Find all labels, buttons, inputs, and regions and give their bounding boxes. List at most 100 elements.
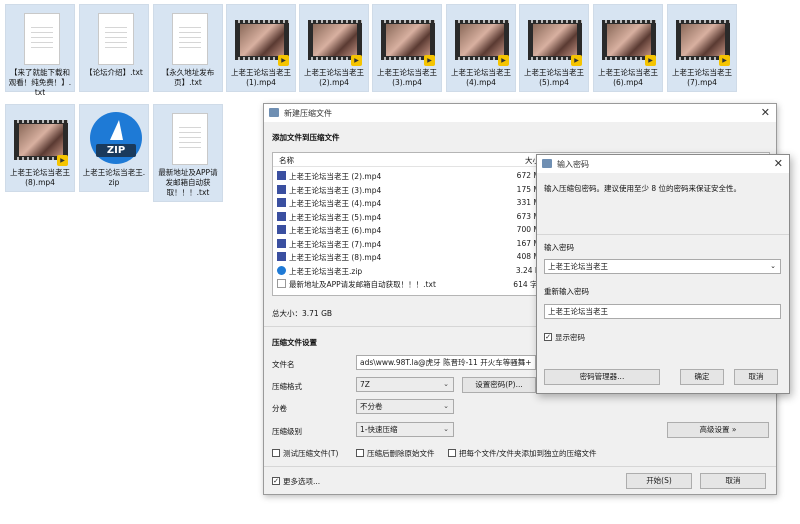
text-file-icon xyxy=(88,10,142,68)
file-label: 上老王论坛当老王.zip xyxy=(82,168,146,187)
file-label: 上老王论坛当老王 (7).mp4 xyxy=(672,68,732,87)
text-file-icon xyxy=(162,10,216,68)
video-file-icon xyxy=(277,211,286,221)
file-name: 上老王论坛当老王 (4).mp4 xyxy=(289,199,382,208)
zip-file-icon xyxy=(277,265,286,275)
file-tile-txt[interactable]: 【论坛介绍】.txt xyxy=(79,4,149,92)
text-file-icon xyxy=(277,279,286,288)
file-label: 上老王论坛当老王 (4).mp4 xyxy=(451,68,511,87)
format-value: 7Z xyxy=(360,380,370,389)
reenter-password-input[interactable]: 上老王论坛当老王 xyxy=(544,304,781,319)
level-value: 1-快速压缩 xyxy=(360,425,398,434)
close-icon[interactable]: ✕ xyxy=(761,106,770,119)
file-tile-zip[interactable]: ZIP 上老王论坛当老王.zip xyxy=(79,104,149,192)
video-file-icon xyxy=(277,184,286,194)
checkbox-label: 把每个文件/文件夹添加到独立的压缩文件 xyxy=(459,449,597,458)
checkbox-box xyxy=(448,449,456,457)
split-value: 不分卷 xyxy=(360,402,383,411)
video-file-icon xyxy=(277,252,286,261)
video-thumbnail-icon: ▶ xyxy=(676,10,730,68)
player-badge-icon: ▶ xyxy=(645,55,656,66)
checkbox-box xyxy=(272,449,280,457)
video-thumbnail-icon: ▶ xyxy=(528,10,582,68)
filename-label: 文件名 xyxy=(272,360,295,369)
video-file-icon xyxy=(277,171,286,180)
video-thumbnail-icon: ▶ xyxy=(235,10,289,68)
file-label: 上老王论坛当老王 (8).mp4 xyxy=(10,168,70,187)
file-tile-video[interactable]: ▶ 上老王论坛当老王 (6).mp4 xyxy=(593,4,663,92)
chevron-down-icon: ⌄ xyxy=(443,425,449,433)
password-input[interactable]: 上老王论坛当老王 ⌄ xyxy=(544,259,781,274)
dialog-titlebar: 新建压缩文件 ✕ xyxy=(264,104,776,122)
file-tile-video[interactable]: ▶ 上老王论坛当老王 (1).mp4 xyxy=(226,4,296,92)
close-icon[interactable]: ✕ xyxy=(774,157,783,170)
file-name: 上老王论坛当老王 (6).mp4 xyxy=(289,226,382,235)
password-manager-button[interactable]: 密码管理器... xyxy=(544,369,660,385)
checkbox-box xyxy=(356,449,364,457)
file-label: 【永久地址发布页】.txt xyxy=(161,68,215,87)
set-password-button[interactable]: 设置密码(P)... xyxy=(462,377,536,393)
file-label: 【来了就能下载和观看！纯免费！】.txt xyxy=(8,68,72,97)
chevron-down-icon[interactable]: ⌄ xyxy=(770,260,776,273)
start-button[interactable]: 开始(S) xyxy=(626,473,692,489)
checkbox-label: 更多选项... xyxy=(283,477,321,486)
password-value: 上老王论坛当老王 xyxy=(548,262,608,271)
file-tile-video[interactable]: ▶ 上老王论坛当老王 (3).mp4 xyxy=(372,4,442,92)
file-tile-txt[interactable]: 【来了就能下载和观看！纯免费！】.txt xyxy=(5,4,75,97)
password-description: 输入压缩包密码。建议使用至少 8 位的密码来保证安全性。 xyxy=(544,184,742,193)
file-tile-txt[interactable]: 【永久地址发布页】.txt xyxy=(153,4,223,92)
ok-button[interactable]: 确定 xyxy=(680,369,724,385)
video-file-icon xyxy=(277,198,286,207)
file-tile-video[interactable]: ▶ 上老王论坛当老王 (2).mp4 xyxy=(299,4,369,92)
checkbox-label: 测试压缩文件(T) xyxy=(283,449,339,458)
file-tile-video[interactable]: ▶ 上老王论坛当老王 (8).mp4 xyxy=(5,104,75,192)
chevron-down-icon: ⌄ xyxy=(443,380,449,388)
split-select[interactable]: 不分卷 ⌄ xyxy=(356,399,454,414)
file-name: 最新地址及APP请发邮箱自动获取！！！.txt xyxy=(289,280,436,289)
video-thumbnail-icon: ▶ xyxy=(381,10,435,68)
level-select[interactable]: 1-快速压缩 ⌄ xyxy=(356,422,454,437)
file-tile-video[interactable]: ▶ 上老王论坛当老王 (4).mp4 xyxy=(446,4,516,92)
dialog-title: 输入密码 xyxy=(557,160,589,169)
check-icon: ✓ xyxy=(544,333,552,341)
player-badge-icon: ▶ xyxy=(278,55,289,66)
player-badge-icon: ▶ xyxy=(719,55,730,66)
file-tile-txt[interactable]: 最新地址及APP请发邮箱自动获取！！！.txt xyxy=(153,104,223,202)
video-thumbnail-icon: ▶ xyxy=(455,10,509,68)
file-name: 上老王论坛当老王 (7).mp4 xyxy=(289,239,382,249)
divider xyxy=(537,234,789,235)
file-label: 上老王论坛当老王 (5).mp4 xyxy=(524,68,584,87)
file-label: 上老王论坛当老王 (1).mp4 xyxy=(231,68,291,87)
text-file-icon xyxy=(162,110,216,168)
file-label: 上老王论坛当老王 (3).mp4 xyxy=(377,68,437,87)
text-file-icon xyxy=(14,10,68,68)
file-label: 【论坛介绍】.txt xyxy=(85,68,143,77)
split-label: 分卷 xyxy=(272,404,287,413)
file-tile-video[interactable]: ▶ 上老王论坛当老王 (5).mp4 xyxy=(519,4,589,92)
archive-app-icon xyxy=(269,108,279,117)
advanced-settings-button[interactable]: 高级设置 » xyxy=(667,422,769,438)
checkbox-label: 压缩后删除原始文件 xyxy=(367,449,435,458)
file-tile-video[interactable]: ▶ 上老王论坛当老王 (7).mp4 xyxy=(667,4,737,92)
cancel-button[interactable]: 取消 xyxy=(700,473,766,489)
player-badge-icon: ▶ xyxy=(424,55,435,66)
dialog-titlebar: 输入密码 ✕ xyxy=(537,155,789,173)
video-thumbnail-icon: ▶ xyxy=(308,10,362,68)
chevron-down-icon: ⌄ xyxy=(443,402,449,410)
dialog-title: 新建压缩文件 xyxy=(284,109,332,118)
password-cancel-button[interactable]: 取消 xyxy=(734,369,778,385)
password-dialog: 输入密码 ✕ 输入压缩包密码。建议使用至少 8 位的密码来保证安全性。 输入密码… xyxy=(536,154,790,394)
level-label: 压缩级别 xyxy=(272,427,302,436)
file-name: 上老王论坛当老王 (3).mp4 xyxy=(289,185,382,195)
format-select[interactable]: 7Z ⌄ xyxy=(356,377,454,392)
format-label: 压缩格式 xyxy=(272,382,302,391)
file-name: 上老王论坛当老王 (5).mp4 xyxy=(289,212,382,222)
file-name: 上老王论坛当老王 (2).mp4 xyxy=(289,172,382,181)
file-name: 上老王论坛当老王.zip xyxy=(289,266,363,276)
video-file-icon xyxy=(277,238,286,248)
zip-icon: ZIP xyxy=(88,110,142,168)
file-label: 上老王论坛当老王 (2).mp4 xyxy=(304,68,364,87)
video-thumbnail-icon: ▶ xyxy=(14,110,68,168)
filename-input[interactable]: ads\www.98T.la@虎牙 陈晋玲-11 开火车等骚舞+ xyxy=(356,355,536,370)
column-name[interactable]: 名称 xyxy=(279,155,294,166)
